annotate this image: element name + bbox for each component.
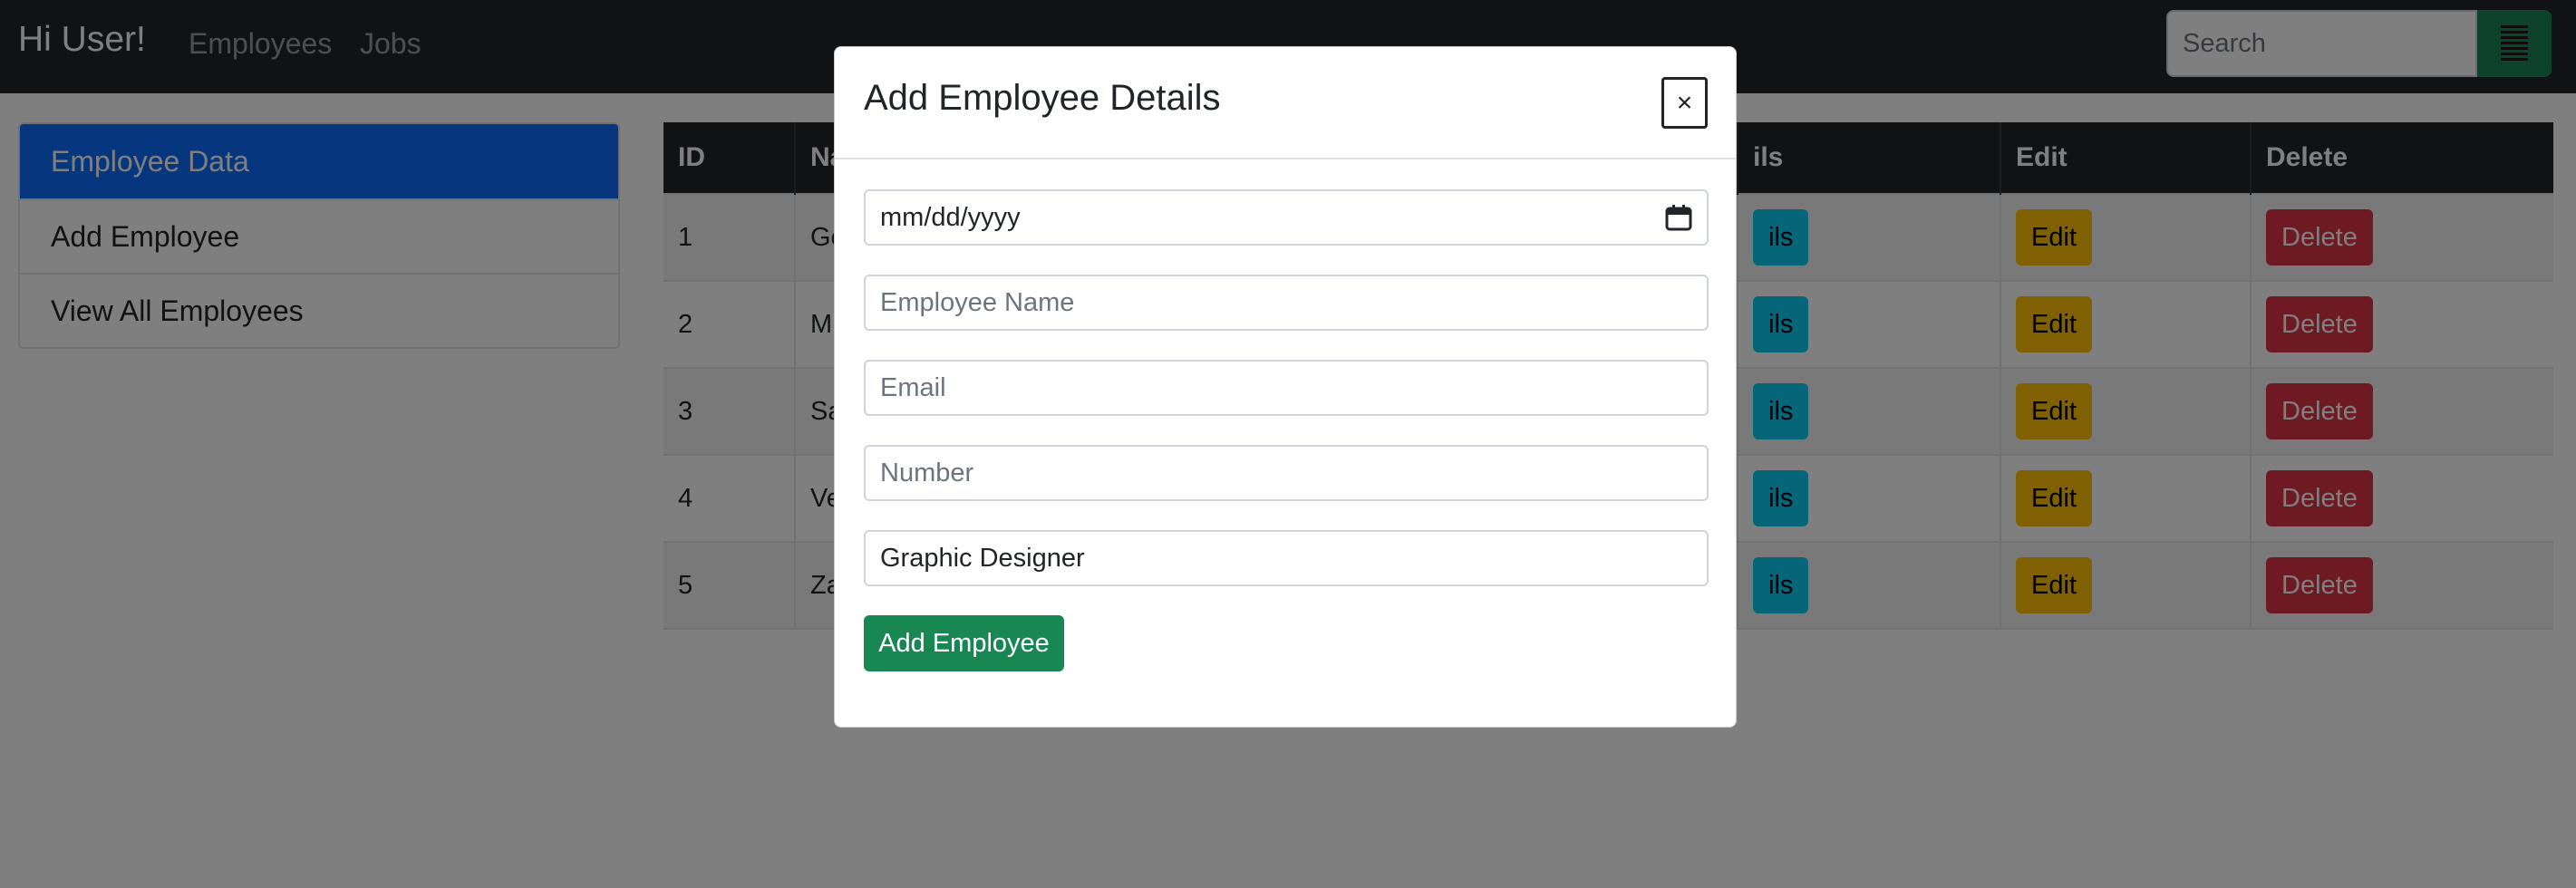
modal-title: Add Employee Details: [864, 78, 1221, 118]
modal-header: Add Employee Details ×: [835, 47, 1736, 159]
job-title-value: Graphic Designer: [880, 543, 1085, 573]
date-input-placeholder: mm/dd/yyyy: [880, 202, 1021, 232]
add-employee-button[interactable]: Add Employee: [864, 615, 1064, 671]
email-placeholder: Email: [880, 372, 946, 402]
add-employee-modal: Add Employee Details × mm/dd/yyyy Employ…: [834, 46, 1737, 728]
calendar-icon[interactable]: [1665, 204, 1692, 231]
employee-name-field[interactable]: Employee Name: [864, 275, 1709, 331]
number-field[interactable]: Number: [864, 445, 1709, 501]
employee-name-placeholder: Employee Name: [880, 287, 1075, 317]
date-input[interactable]: mm/dd/yyyy: [864, 189, 1709, 246]
job-title-field[interactable]: Graphic Designer: [864, 530, 1709, 586]
email-field[interactable]: Email: [864, 360, 1709, 416]
number-placeholder: Number: [880, 458, 974, 487]
close-button[interactable]: ×: [1661, 77, 1708, 129]
